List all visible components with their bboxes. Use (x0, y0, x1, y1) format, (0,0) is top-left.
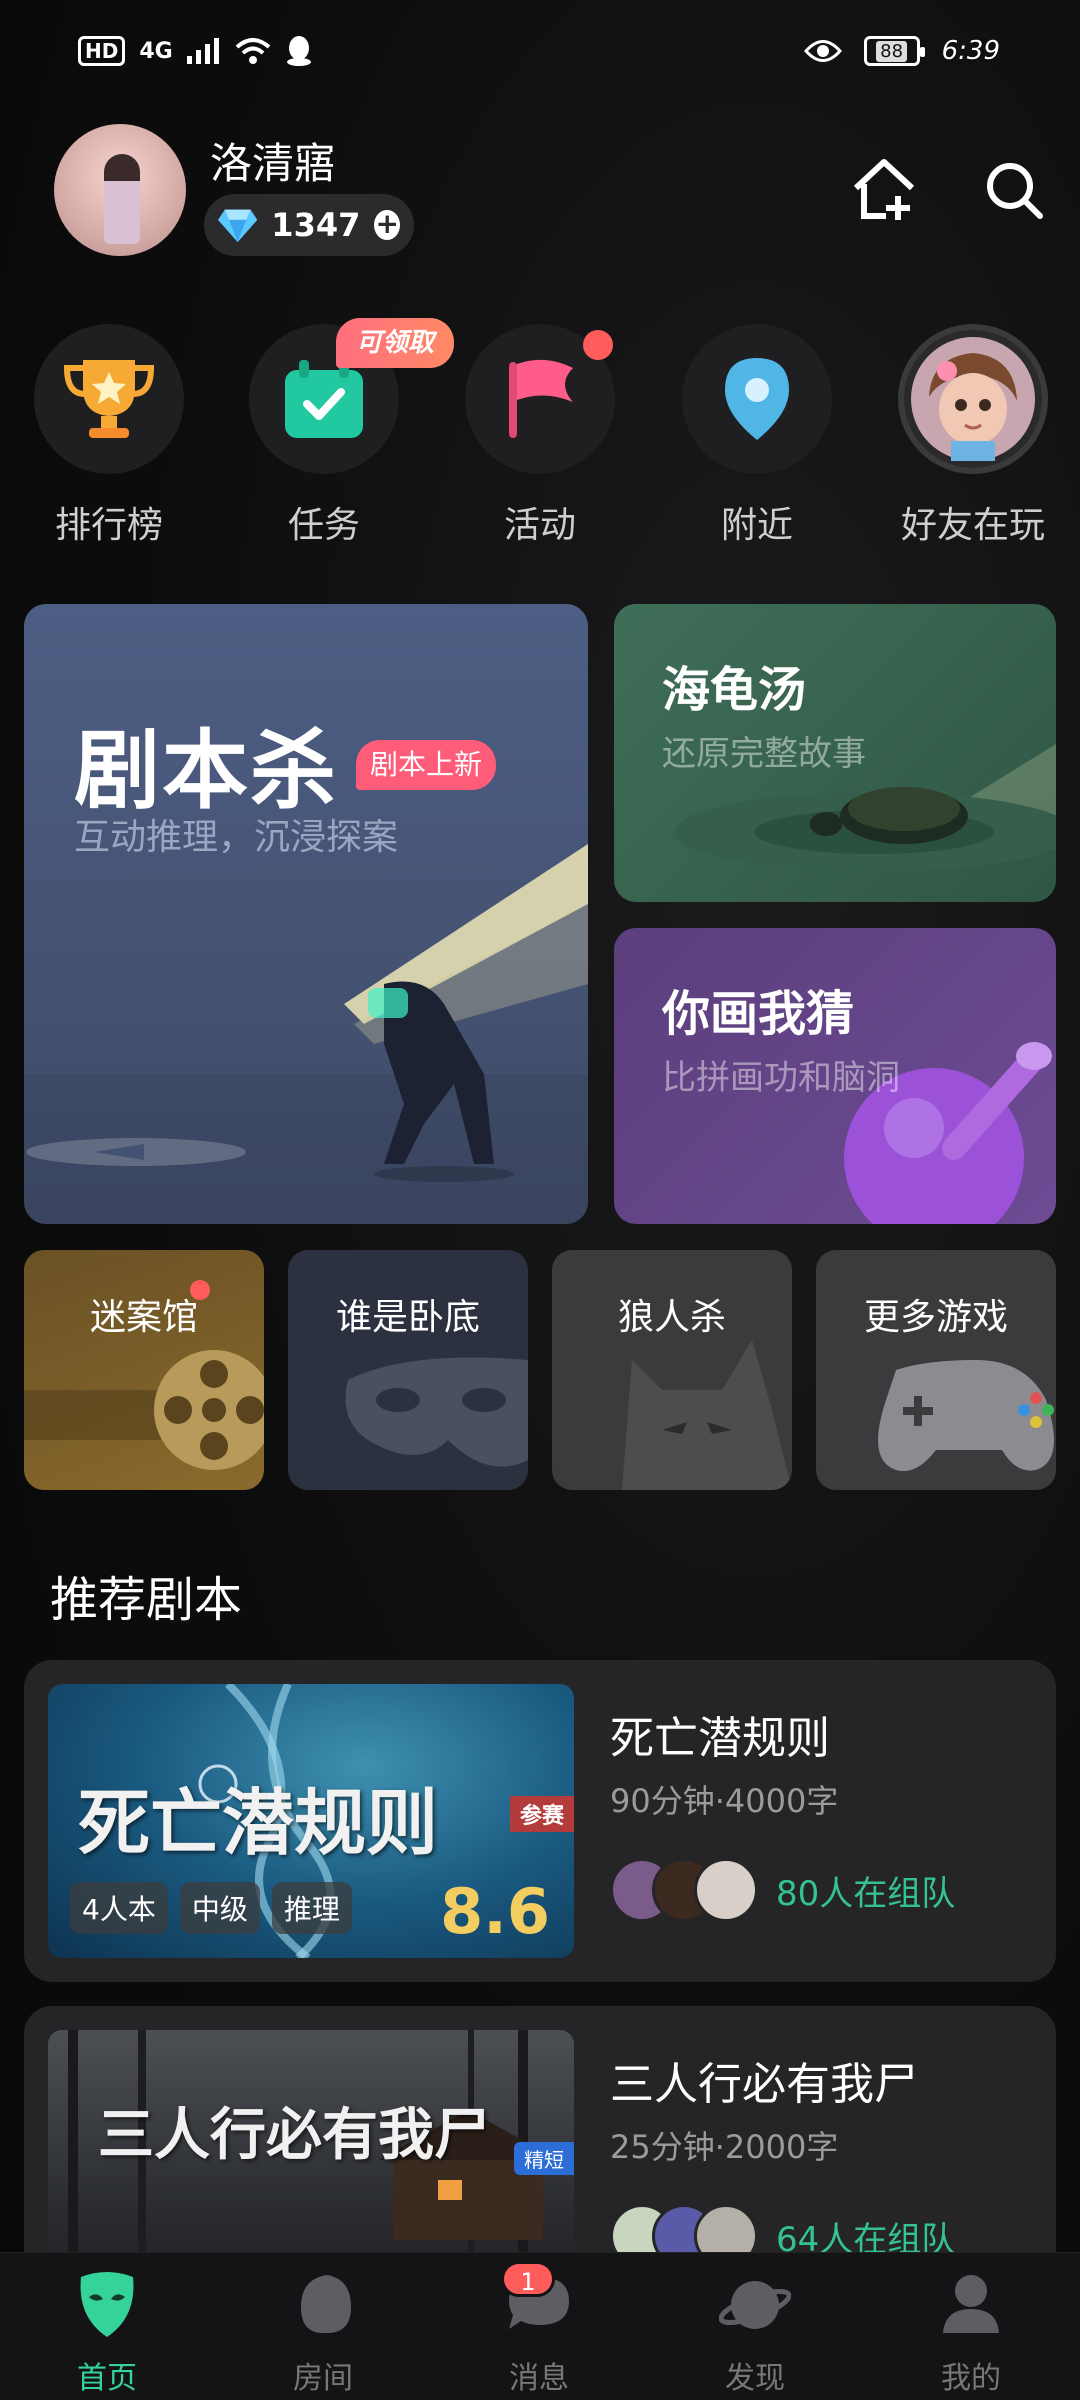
task-calendar-icon (285, 360, 363, 438)
eye-icon (803, 40, 842, 62)
nav-rooms-label: 房间 (293, 2361, 353, 2396)
nihua-subtitle: 比拼画功和脑洞 (662, 1058, 900, 1098)
wolf-icon (622, 1340, 792, 1490)
battery-level: 88 (876, 40, 908, 62)
team-row[interactable]: 80人在组队 (610, 1858, 955, 1922)
tile-more-games[interactable]: 更多游戏 (816, 1250, 1056, 1490)
bottom-nav: 首页 房间 1 消息 发现 我的 (0, 2252, 1080, 2400)
script-card[interactable]: 死亡潜规则 参赛 4人本 中级 推理 8.6 死亡潜规则 90分钟·4000字 … (24, 1660, 1056, 1982)
events-red-dot (583, 330, 613, 360)
create-room-icon[interactable] (850, 156, 918, 224)
shortcut-ranking-circle (34, 324, 184, 474)
film-reel-icon (24, 1350, 264, 1470)
network-label: 4G (139, 38, 173, 64)
flag-icon (509, 359, 573, 438)
gamepad-icon (878, 1360, 1054, 1472)
tile-more-label: 更多游戏 (863, 1297, 1008, 1338)
cover-title-art: 三人行必有我尸 (98, 2102, 490, 2168)
wifi-icon (235, 38, 271, 64)
shortcut-events-circle (465, 324, 615, 474)
shortcut-friends-label: 好友在玩 (900, 505, 1045, 546)
shortcut-tasks-label: 任务 (287, 505, 360, 546)
recharge-plus-icon[interactable]: + (374, 210, 400, 240)
script-tags: 4人本 中级 推理 (70, 1882, 352, 1934)
game-card-nihua[interactable]: 你画我猜 比拼画功和脑洞 (614, 928, 1056, 1224)
nav-profile[interactable]: 我的 (891, 2267, 1051, 2397)
diamond-balance[interactable]: 1347 + (204, 194, 414, 256)
tile-shei-label: 谁是卧底 (335, 1297, 480, 1338)
script-meta: 90分钟·4000字 (610, 1782, 839, 1820)
game-card-haigui[interactable]: 海龟汤 还原完整故事 (614, 604, 1056, 902)
nav-home-label: 首页 (77, 2361, 137, 2396)
nav-messages[interactable]: 1 消息 (459, 2261, 619, 2397)
script-title: 三人行必有我尸 (610, 2059, 918, 2110)
tile-lang-ren-sha[interactable]: 狼人杀 (552, 1250, 792, 1490)
competition-ribbon: 参赛 (509, 1796, 574, 1832)
nav-discover-label: 发现 (725, 2361, 785, 2396)
recommended-scripts-title: 推荐剧本 (50, 1572, 243, 1628)
shortcut-events[interactable]: 活动 (465, 324, 615, 548)
shortcut-ranking-label: 排行榜 (54, 505, 163, 546)
tile-mian-guan[interactable]: 迷案馆 (24, 1250, 264, 1490)
haigui-subtitle: 还原完整故事 (662, 734, 866, 774)
trophy-icon (63, 360, 155, 438)
script-cover: 死亡潜规则 参赛 4人本 中级 推理 8.6 (48, 1684, 574, 1958)
nav-home[interactable]: 首页 (27, 2267, 187, 2397)
tag-genre: 推理 (271, 1882, 352, 1934)
tile-shei-shi-wo-di[interactable]: 谁是卧底 (288, 1250, 528, 1490)
shortcut-events-label: 活动 (503, 505, 576, 546)
script-title: 死亡潜规则 (610, 1713, 830, 1764)
battery-icon: 88 (863, 36, 925, 66)
messages-badge: 1 (501, 2261, 555, 2297)
location-pin-icon (725, 358, 789, 440)
detective-illustration (24, 844, 588, 1224)
member-avatar (694, 1858, 758, 1922)
diamond-count: 1347 (271, 206, 361, 244)
person-icon (943, 2275, 999, 2333)
shortcut-ranking[interactable]: 排行榜 (34, 324, 184, 548)
mask-face-icon (80, 2272, 134, 2337)
hd-icon: HD (78, 36, 126, 66)
script-score: 8.6 (440, 1875, 550, 1948)
shortcut-friends-playing[interactable]: 好友在玩 (898, 324, 1048, 548)
signal-icon (186, 38, 219, 64)
clock: 6:39 (941, 36, 1000, 66)
tile-mian-label: 迷案馆 (89, 1297, 198, 1338)
friend-cartoon-avatar (911, 337, 1035, 461)
tag-difficulty: 中级 (179, 1882, 260, 1934)
game-card-jubensha[interactable]: 剧本杀 剧本上新 互动推理，沉浸探案 (24, 604, 588, 1224)
nav-profile-label: 我的 (941, 2361, 1001, 2396)
status-left: HD 4G (78, 36, 313, 66)
shortcut-nearby[interactable]: 附近 (682, 324, 832, 548)
claimable-badge: 可领取 (336, 318, 454, 368)
room-icon (301, 2275, 351, 2334)
tile-lang-label: 狼人杀 (617, 1297, 726, 1338)
nav-discover[interactable]: 发现 (675, 2267, 835, 2397)
username: 洛清寤 (210, 139, 337, 188)
user-avatar[interactable] (54, 124, 186, 256)
mask-icon (345, 1357, 528, 1467)
haigui-title: 海龟汤 (662, 662, 807, 718)
diamond-icon (218, 209, 258, 243)
friend-avatar (898, 324, 1048, 474)
nav-messages-label: 消息 (509, 2361, 569, 2396)
shortcut-nearby-circle (682, 324, 832, 474)
status-right: 88 6:39 (803, 36, 1000, 66)
team-count: 80人在组队 (776, 1873, 956, 1914)
qq-icon (286, 36, 311, 66)
tag-players: 4人本 (70, 1882, 168, 1934)
nihua-title: 你画我猜 (662, 986, 855, 1042)
search-icon[interactable] (982, 158, 1046, 222)
short-ribbon: 精短 (514, 2142, 574, 2175)
avatar-figure (104, 154, 140, 244)
status-bar: HD 4G 88 6:39 (0, 0, 1080, 110)
script-meta: 25分钟·2000字 (610, 2128, 839, 2166)
tile-mian-red-dot (190, 1280, 210, 1300)
cover-title-art: 死亡潜规则 (78, 1780, 439, 1865)
nav-rooms[interactable]: 房间 (243, 2267, 403, 2397)
planet-icon (718, 2281, 792, 2329)
shortcut-nearby-label: 附近 (720, 505, 793, 546)
